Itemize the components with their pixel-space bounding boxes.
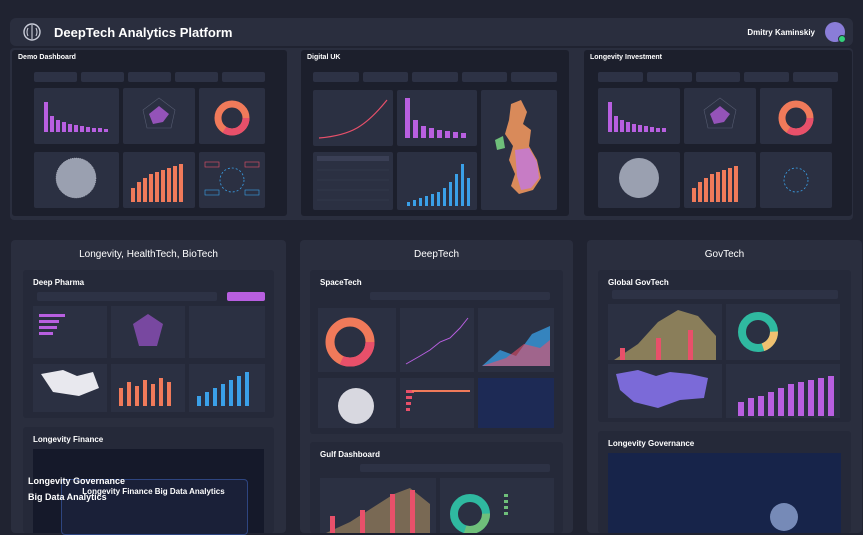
bar-chart-panel — [34, 88, 119, 144]
app-title: DeepTech Analytics Platform — [54, 24, 233, 40]
globe-panel — [34, 152, 119, 208]
kpi-row — [34, 72, 265, 82]
governance-banner — [608, 453, 841, 533]
global-govtech-thumbnail — [608, 290, 840, 418]
kpi-tile — [598, 72, 643, 82]
section-title: GovTech — [704, 249, 745, 260]
bar-chart-panel — [397, 90, 477, 146]
dashboard-title: Longevity Investment — [590, 54, 662, 61]
network-thumbnail — [204, 161, 260, 196]
column-chart-panel — [123, 152, 195, 208]
gulf-thumbnail — [320, 464, 554, 533]
dashboard-title: Digital UK — [307, 54, 341, 61]
kpi-tile — [128, 72, 171, 82]
histogram-thumbnail — [407, 164, 470, 206]
bar-chart-thumbnail — [405, 98, 466, 138]
dashboard-card-spacetech[interactable]: SpaceTech — [310, 270, 563, 434]
online-status-icon — [838, 35, 846, 43]
kpi-tile — [313, 72, 359, 82]
globe-thumbnail — [619, 158, 659, 198]
user-name: Dmitry Kaminskiy — [747, 27, 815, 37]
bar-chart-thumbnail — [608, 102, 666, 132]
table-thumbnail — [317, 156, 389, 201]
radar-chart-panel — [123, 88, 195, 144]
donut-chart-thumbnail — [778, 100, 814, 136]
kpi-tile — [34, 72, 77, 82]
avatar[interactable] — [825, 22, 846, 43]
radar-chart-panel — [684, 88, 756, 144]
section-title: Longevity, HealthTech, BioTech — [79, 249, 218, 260]
kpi-tile — [695, 72, 741, 82]
network-panel — [760, 152, 832, 208]
globe-icon — [770, 503, 798, 531]
histogram-panel — [397, 152, 477, 210]
kpi-row — [313, 72, 557, 82]
card-title: Longevity Finance — [33, 435, 104, 444]
kpi-tile — [461, 72, 508, 82]
dashboard-title: Demo Dashboard — [18, 54, 76, 61]
uk-map-panel — [481, 90, 557, 210]
globe-thumbnail — [55, 157, 97, 199]
brain-logo-icon[interactable] — [22, 22, 42, 42]
section-title: DeepTech — [413, 249, 460, 260]
user-menu[interactable]: Dmitry Kaminskiy — [747, 22, 853, 43]
bar-chart-panel — [598, 88, 680, 144]
dashboard-card-longevity-investment[interactable]: Longevity Investment — [584, 50, 852, 216]
spacetech-thumbnail — [318, 292, 554, 428]
kpi-tile — [362, 72, 409, 82]
kpi-tile — [646, 72, 692, 82]
deep-pharma-thumbnail — [33, 292, 265, 412]
governance-promo-line1: Longevity Governance — [28, 476, 126, 486]
dashboard-card-deep-pharma[interactable]: Deep Pharma — [23, 270, 274, 418]
kpi-tile — [81, 72, 124, 82]
network-thumbnail — [783, 167, 809, 193]
kpi-tile — [222, 72, 265, 82]
line-chart-thumbnail — [318, 99, 388, 139]
column-chart-thumbnail — [692, 166, 738, 202]
kpi-tile — [412, 72, 458, 82]
radar-chart-thumbnail — [142, 97, 176, 129]
dashboard-card-gulf[interactable]: Gulf Dashboard — [310, 442, 563, 533]
table-panel — [313, 152, 393, 210]
kpi-tile — [744, 72, 790, 82]
donut-chart-panel — [199, 88, 265, 144]
card-title: Longevity Governance — [608, 439, 695, 448]
dashboard-card-longevity-governance[interactable]: Longevity Governance Longevity Governanc… — [28, 431, 851, 533]
dashboard-card-digital-uk[interactable]: Digital UK — [301, 50, 569, 216]
donut-chart-panel — [760, 88, 832, 144]
dashboard-card-demo[interactable]: Demo Dashboard — [12, 50, 287, 216]
network-panel — [199, 152, 265, 208]
kpi-tile — [793, 72, 838, 82]
radar-chart-thumbnail — [703, 97, 737, 129]
donut-chart-thumbnail — [214, 100, 250, 136]
dashboard-card-global-govtech[interactable]: Global GovTech — [598, 270, 851, 422]
kpi-row — [598, 72, 838, 82]
line-chart-panel — [313, 90, 393, 146]
globe-panel — [598, 152, 680, 208]
governance-promo-line2: Big Data Analytics — [28, 492, 107, 502]
top-bar: DeepTech Analytics Platform Dmitry Kamin… — [10, 18, 853, 46]
uk-map-thumbnail — [495, 100, 541, 194]
column-chart-panel — [684, 152, 756, 208]
column-chart-thumbnail — [131, 164, 183, 202]
bar-chart-thumbnail — [44, 102, 108, 132]
kpi-tile — [511, 72, 557, 82]
kpi-tile — [175, 72, 218, 82]
